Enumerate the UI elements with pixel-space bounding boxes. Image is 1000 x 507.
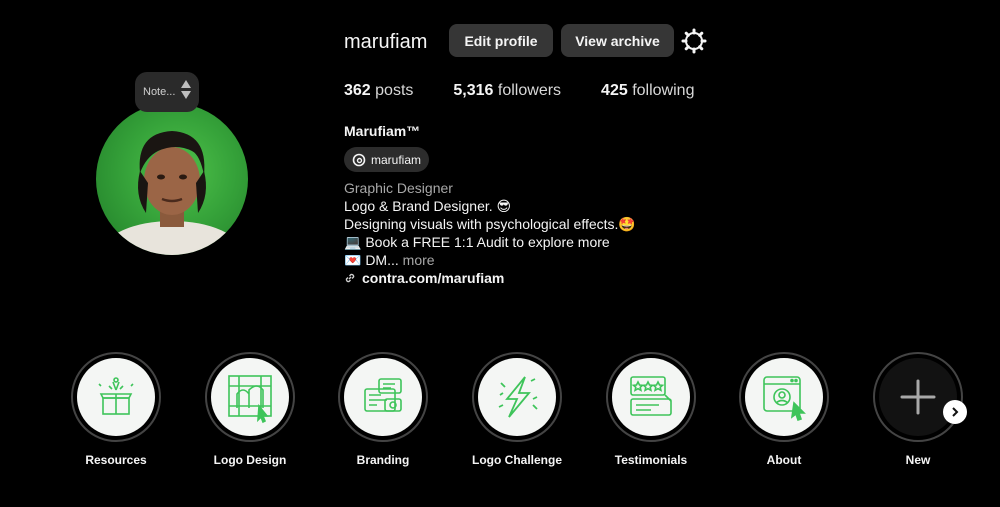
highlight-label: Logo Challenge	[472, 453, 562, 467]
posts-count: 362	[344, 82, 371, 99]
profile-full-name: Marufiam™	[344, 123, 421, 139]
highlight-branding[interactable]: Branding	[333, 352, 433, 467]
profile-username: marufiam	[344, 31, 428, 53]
highlight-label: Resources	[85, 453, 147, 467]
bio-more-link[interactable]: more	[403, 252, 435, 268]
following-label: following	[632, 82, 695, 99]
profile-window-icon	[763, 376, 806, 422]
note-arrows-icon	[181, 80, 191, 99]
following-stat[interactable]: 425 following	[601, 82, 694, 100]
bio-line: Logo & Brand Designer. 😎	[344, 198, 512, 214]
highlight-label: Branding	[356, 453, 410, 467]
following-count: 425	[601, 82, 628, 99]
link-chain-icon	[345, 273, 355, 283]
logo-grid-icon	[228, 375, 272, 424]
profile-avatar[interactable]	[96, 103, 248, 255]
highlight-label: New	[905, 453, 931, 467]
settings-gear-icon[interactable]	[681, 28, 707, 54]
highlight-label: Logo Design	[213, 453, 287, 467]
note-bubble[interactable]: Note...	[135, 72, 199, 112]
profile-link-text: contra.com/marufiam	[362, 270, 505, 286]
followers-label: followers	[497, 82, 562, 99]
chevron-right-icon	[952, 407, 959, 417]
brand-cards-icon	[364, 378, 402, 412]
bio-dm-text: 💌 DM...	[344, 252, 399, 268]
posts-label: posts	[375, 82, 414, 99]
followers-stat[interactable]: 5,316 followers	[453, 82, 561, 100]
highlight-logo-design[interactable]: Logo Design	[200, 352, 300, 467]
plus-icon	[900, 379, 936, 415]
threads-icon	[352, 153, 366, 166]
note-text: Note...	[143, 86, 176, 98]
followers-count: 5,316	[453, 82, 494, 99]
lightning-icon	[498, 376, 538, 418]
highlight-about[interactable]: About	[734, 352, 834, 467]
bio-line: 💌 DM... more	[344, 252, 435, 269]
posts-stat: 362 posts	[344, 82, 413, 100]
highlight-label: Testimonials	[614, 453, 688, 467]
highlight-label: About	[766, 453, 802, 467]
highlight-resources[interactable]: Resources	[66, 352, 166, 467]
review-stars-icon	[630, 376, 672, 416]
profile-link[interactable]: contra.com/marufiam	[344, 270, 504, 286]
profile-category: Graphic Designer	[344, 180, 453, 196]
bio-line: Designing visuals with psychological eff…	[344, 216, 636, 232]
highlight-testimonials[interactable]: Testimonials	[601, 352, 701, 467]
view-archive-button[interactable]: View archive	[561, 24, 674, 57]
bio-line: 💻 Book a FREE 1:1 Audit to explore more	[344, 234, 610, 250]
threads-handle: marufiam	[371, 152, 422, 167]
highlight-logo-challenge[interactable]: Logo Challenge	[467, 352, 567, 467]
gift-box-icon	[98, 377, 134, 415]
highlights-next-button[interactable]	[943, 400, 967, 424]
profile-stats: 362 posts 5,316 followers 425 following	[344, 82, 734, 100]
edit-profile-button[interactable]: Edit profile	[449, 24, 553, 57]
threads-badge[interactable]: marufiam	[344, 147, 429, 172]
